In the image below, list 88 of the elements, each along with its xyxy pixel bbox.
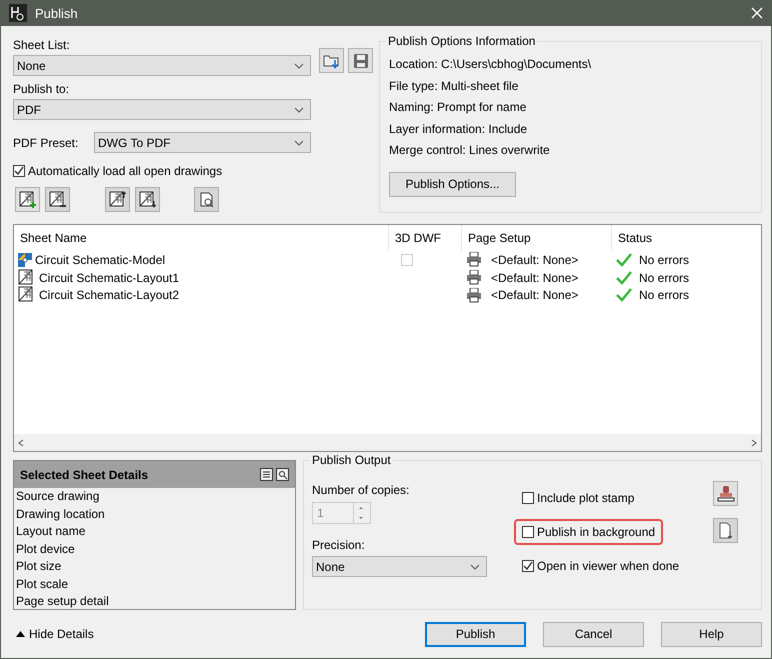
- field-label: Publish to:: [13, 82, 70, 96]
- chevron-icon: [294, 140, 304, 146]
- list-icon[interactable]: [260, 468, 273, 481]
- pdf-preset-dropdown[interactable]: DWG To PDF: [94, 132, 311, 153]
- chevron-icon: [294, 106, 304, 112]
- precision-dropdown[interactable]: None: [312, 556, 487, 577]
- info-line: Location: C:\Users\cbhog\Documents\: [389, 56, 592, 73]
- detail-item: Plot size: [15, 558, 62, 575]
- preview-icon[interactable]: [276, 468, 289, 481]
- column-header[interactable]: Sheet Name: [14, 225, 389, 251]
- status-text: No errors: [639, 252, 690, 267]
- checkbox[interactable]: [522, 492, 534, 504]
- collapse-icon: [16, 631, 25, 637]
- detail-item: Plot scale: [15, 576, 70, 592]
- page-setup: <Default: None>: [491, 288, 578, 302]
- column-header[interactable]: Status: [612, 225, 761, 251]
- checkbox-label: Automatically load all open drawings: [28, 164, 222, 178]
- remove-sheets-button[interactable]: [45, 187, 70, 212]
- stamp-icon: [716, 484, 734, 502]
- check-icon: [616, 288, 632, 302]
- checkbox[interactable]: [522, 526, 534, 538]
- sheet-name: Circuit Schematic-Model: [35, 252, 166, 267]
- detail-item: Source drawing: [15, 488, 100, 505]
- group-title: Publish Output: [310, 453, 393, 467]
- chevron-icon: [470, 564, 480, 570]
- close-icon[interactable]: [751, 7, 763, 19]
- window-title: Publish: [35, 6, 79, 20]
- field-label: Precision:: [312, 538, 366, 552]
- dialog-button[interactable]: Publish: [425, 622, 526, 646]
- group-title: Publish Options Information: [386, 34, 538, 48]
- move-up-button[interactable]: [105, 187, 130, 212]
- page-setup: <Default: None>: [491, 252, 578, 267]
- move-down-button[interactable]: [135, 187, 160, 212]
- sheet-icon: [48, 190, 66, 208]
- preview-icon: [198, 192, 214, 208]
- sheet-list-dropdown[interactable]: None: [13, 55, 311, 76]
- scroll-right-icon[interactable]: [751, 438, 757, 446]
- chevron-icon: [294, 62, 304, 68]
- detail-item: Plot device: [15, 540, 76, 558]
- printer-icon: [466, 288, 482, 302]
- publish-to-dropdown[interactable]: PDF: [13, 99, 311, 120]
- save-icon: [352, 52, 368, 68]
- document-icon: [718, 522, 734, 540]
- scroll-left-icon[interactable]: [18, 438, 24, 446]
- info-line: File type: Multi-sheet file: [389, 78, 520, 94]
- detail-item: Drawing location: [15, 506, 106, 522]
- load-list-button[interactable]: [319, 48, 344, 73]
- plot-stamp-button[interactable]: [713, 481, 738, 506]
- printer-icon: [466, 252, 482, 268]
- dialog-button[interactable]: Help: [661, 622, 762, 646]
- field-label: Number of copies:: [312, 483, 410, 497]
- detail-item: Page setup detail: [15, 593, 110, 610]
- save-list-button[interactable]: [348, 48, 373, 73]
- detail-item: Layout name: [15, 523, 86, 540]
- info-line: Layer information: Include: [389, 120, 528, 138]
- check-icon: [616, 270, 632, 284]
- checkbox[interactable]: [522, 560, 534, 572]
- field-label: PDF Preset:: [13, 136, 80, 150]
- preview-button[interactable]: [194, 187, 219, 212]
- status-text: No errors: [639, 288, 690, 302]
- panel-title: Selected Sheet Details: [20, 468, 150, 482]
- model-icon: [18, 252, 32, 267]
- page-setup: <Default: None>: [491, 270, 578, 284]
- publish-options-button[interactable]: Publish Options...: [389, 172, 516, 196]
- hide-details-link[interactable]: Hide Details: [13, 627, 94, 641]
- column-header[interactable]: Page Setup: [462, 225, 612, 251]
- checkbox-label: Include plot stamp: [537, 491, 634, 505]
- field-label: Sheet List:: [13, 38, 71, 52]
- horizontal-scrollbar[interactable]: [14, 434, 761, 451]
- status-text: No errors: [639, 270, 690, 284]
- printer-icon: [466, 270, 482, 285]
- add-sheets-button[interactable]: [15, 187, 40, 212]
- sheet-icon: [138, 190, 156, 208]
- sheet-icon: [18, 190, 36, 208]
- folder-icon: [322, 52, 340, 68]
- info-line: Merge control: Lines overwrite: [389, 142, 551, 159]
- checkbox-label: Publish in background: [537, 525, 656, 539]
- dialog-button[interactable]: Cancel: [543, 622, 644, 646]
- export-button[interactable]: [713, 518, 738, 543]
- check-icon: [616, 252, 632, 267]
- app-icon: [9, 4, 27, 22]
- sheet-icon: [108, 190, 126, 208]
- checkbox-label: Open in viewer when done: [537, 559, 680, 573]
- column-header[interactable]: 3D DWF: [389, 225, 462, 251]
- info-line: Naming: Prompt for name: [389, 99, 528, 116]
- checkbox[interactable]: [13, 165, 25, 177]
- sheet-name: Circuit Schematic-Layout2: [39, 288, 180, 302]
- sheet-name: Circuit Schematic-Layout1: [39, 270, 180, 284]
